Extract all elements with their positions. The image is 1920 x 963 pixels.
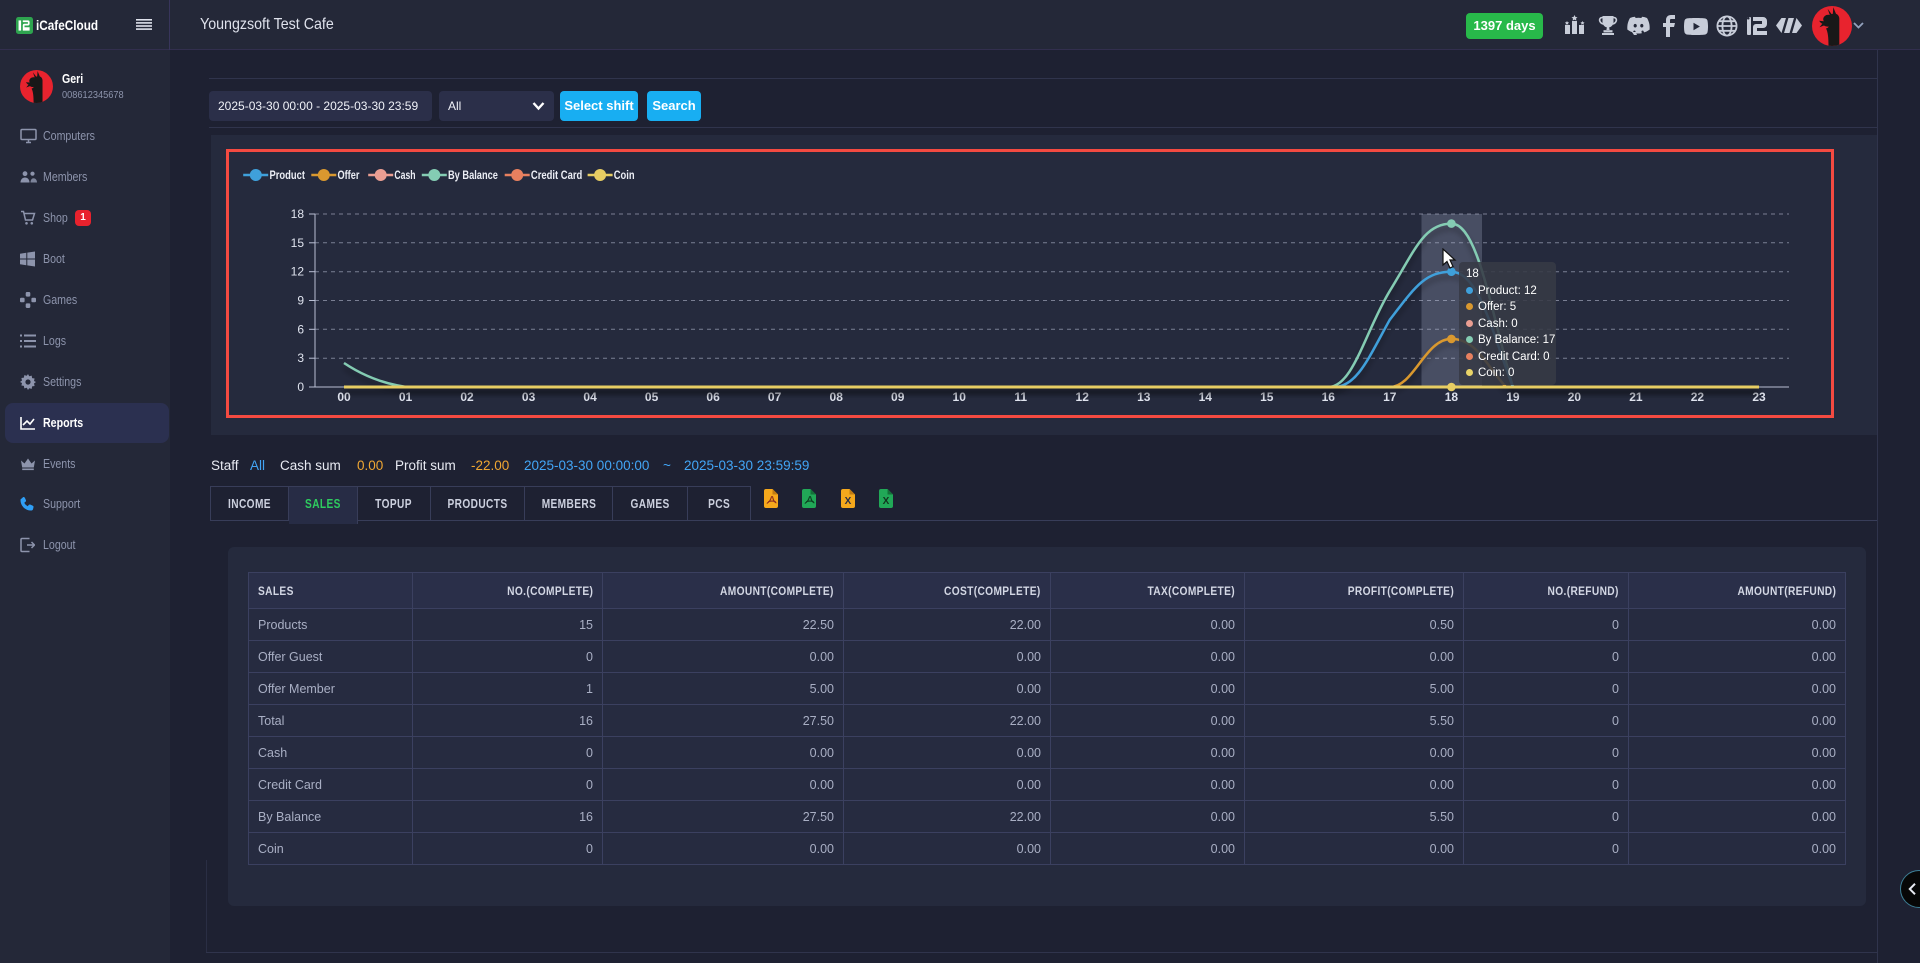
svg-text:22: 22 [1691, 390, 1705, 404]
svg-text:21: 21 [1629, 390, 1643, 404]
svg-text:19: 19 [1506, 390, 1520, 404]
svg-text:X: X [883, 496, 890, 507]
svg-text:23: 23 [1752, 390, 1766, 404]
svg-text:12: 12 [291, 265, 305, 279]
svg-text:10: 10 [953, 390, 967, 404]
svg-text:16: 16 [1322, 390, 1336, 404]
svg-text:03: 03 [522, 390, 536, 404]
svg-text:09: 09 [891, 390, 905, 404]
svg-text:12: 12 [1076, 390, 1090, 404]
svg-text:9: 9 [297, 294, 304, 308]
svg-text:15: 15 [1260, 390, 1274, 404]
svg-text:X: X [845, 496, 852, 507]
svg-text:20: 20 [1568, 390, 1582, 404]
svg-text:07: 07 [768, 390, 782, 404]
svg-text:Coin: Coin [614, 170, 635, 182]
svg-text:04: 04 [583, 390, 597, 404]
svg-text:08: 08 [830, 390, 844, 404]
svg-text:Credit Card: Credit Card [531, 170, 582, 182]
svg-text:15: 15 [291, 236, 305, 250]
svg-text:By Balance: By Balance [448, 170, 498, 182]
svg-text:06: 06 [706, 390, 720, 404]
svg-text:18: 18 [291, 207, 305, 221]
svg-text:3: 3 [297, 351, 304, 365]
svg-text:01: 01 [399, 390, 413, 404]
svg-text:14: 14 [1199, 390, 1213, 404]
svg-text:00: 00 [337, 390, 351, 404]
svg-text:0: 0 [297, 380, 304, 394]
svg-text:6: 6 [297, 322, 304, 336]
svg-text:Product: Product [270, 170, 306, 182]
svg-text:02: 02 [460, 390, 474, 404]
svg-text:Cash: Cash [394, 170, 415, 182]
svg-text:Offer: Offer [338, 170, 360, 182]
svg-text:13: 13 [1137, 390, 1151, 404]
svg-text:11: 11 [1014, 390, 1027, 404]
svg-text:18: 18 [1445, 390, 1459, 404]
svg-text:17: 17 [1383, 390, 1397, 404]
svg-text:05: 05 [645, 390, 659, 404]
